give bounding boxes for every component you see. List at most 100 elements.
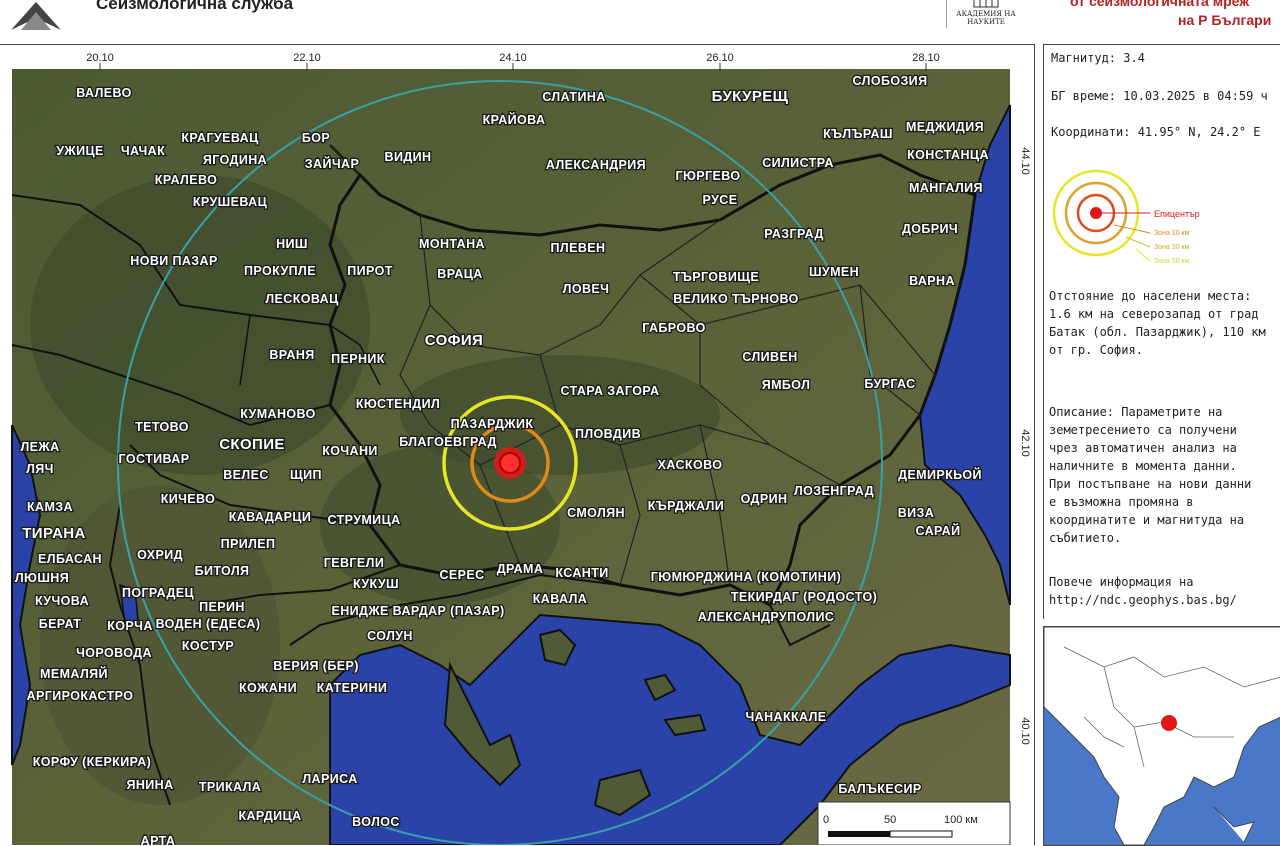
right-axis-ticks: 44.10 42.10 40.10 <box>1019 147 1031 745</box>
right-tick-label: 42.10 <box>1019 429 1031 457</box>
place-label: ВЕЛИКО ТЪРНОВО <box>673 292 799 306</box>
place-label: БУРГАС <box>864 377 915 391</box>
place-label: СОФИЯ <box>425 332 484 349</box>
place-label: СЛАТИНА <box>542 90 605 104</box>
place-label: БАЛЪКЕСИР <box>838 782 921 796</box>
place-label: ШУМЕН <box>809 265 859 279</box>
place-label: КЪЛЪРАШ <box>823 127 893 141</box>
place-label: СМОЛЯН <box>567 506 625 520</box>
description-line: чрез автоматичен анализ на <box>1049 441 1237 455</box>
place-label: КУЧОВА <box>35 594 89 608</box>
place-label: ДРАМА <box>497 562 544 576</box>
place-label: ЛЕЖА <box>20 440 59 454</box>
place-label: НОВИ ПАЗАР <box>130 254 217 268</box>
place-label: СИЛИСТРА <box>762 156 834 170</box>
place-label: УЖИЦЕ <box>56 144 104 158</box>
bg-time-text: БГ време: 10.03.2025 в 04:59 ч <box>1051 89 1268 103</box>
place-label: ЗАЙЧАР <box>305 156 359 171</box>
service-title: Сеизмологична служба <box>96 0 294 13</box>
place-label: КОЧАНИ <box>322 444 378 458</box>
top-tick-label: 28.10 <box>912 52 940 64</box>
place-label: ПЕРНИК <box>331 352 385 366</box>
place-label: ВАРНА <box>909 274 955 288</box>
place-label: ПАЗАРДЖИК <box>451 417 534 431</box>
distance-text: Отстояние до населени места: 1.6 км на с… <box>1049 287 1280 359</box>
place-label: ТЪРГОВИЩЕ <box>673 270 759 284</box>
place-label: КАМЗА <box>27 500 73 514</box>
place-label: ЧАНАККАЛЕ <box>745 710 826 724</box>
place-label: МОНТАНА <box>419 237 485 251</box>
distance-line: 1.6 км на северозапад от град <box>1049 307 1259 321</box>
place-label: ПЛОВДИВ <box>575 427 641 441</box>
place-label: ДОБРИЧ <box>902 222 958 236</box>
top-axis-ticks: 20.10 22.10 24.10 26.10 28.10 <box>86 52 940 71</box>
place-label: ЕЛБАСАН <box>38 552 102 566</box>
place-label: ВАЛЕВО <box>76 86 132 100</box>
epicenter-dot <box>499 452 521 474</box>
more-info-link[interactable]: http://ndc.geophys.bas.bg/ <box>1049 591 1280 609</box>
place-label: ГЕВГЕЛИ <box>324 556 384 570</box>
place-label: ПРОКУПЛЕ <box>244 264 316 278</box>
place-label: КОРФУ (КЕРКИРА) <box>33 755 151 769</box>
academy-logo: АКАДЕМИЯ НА НАУКИТЕ <box>946 0 1019 28</box>
place-label: КЪРДЖАЛИ <box>648 499 724 513</box>
place-label: ХАСКОВО <box>658 458 723 472</box>
place-label: ВИДИН <box>385 150 432 164</box>
place-label: АРТА <box>141 834 176 845</box>
more-info-text: Повече информация на http://ndc.geophys.… <box>1049 573 1280 609</box>
place-label: КОСТУР <box>182 639 234 653</box>
top-tick-label: 26.10 <box>706 52 734 64</box>
description-line: наличните в момента данни. <box>1049 459 1237 473</box>
place-label: КРАЙОВА <box>483 112 546 127</box>
legend-zone-50: Зона 50 км <box>1154 258 1190 265</box>
place-label: ТЕКИРДАГ (РОДОСТО) <box>731 590 877 604</box>
description-line: земетресението са получени <box>1049 423 1237 437</box>
place-label: ЛЕСКОВАЦ <box>265 292 339 306</box>
scale-label-0: 0 <box>823 814 829 826</box>
map: 20.10 22.10 24.10 26.10 28.10 44.10 42.10 40.1… <box>11 52 1031 845</box>
place-label: ЛЯЧ <box>26 462 54 476</box>
top-tick-label: 20.10 <box>86 52 114 64</box>
network-line-1: от сеизмологичната мреж <box>1070 0 1250 9</box>
place-label: ЧАЧАК <box>121 144 165 158</box>
distance-line: Батак (обл. Пазарджик), 110 км <box>1049 325 1266 339</box>
place-label: ГЮРГЕВО <box>676 169 741 183</box>
description-text: Описание: Параметрите на земетресението … <box>1049 403 1280 547</box>
place-label: МЕДЖИДИЯ <box>906 120 984 134</box>
place-label: ДЕМИРКЬОЙ <box>898 467 982 482</box>
place-label: КАРДИЦА <box>238 809 301 823</box>
place-label: ТЕТОВО <box>135 420 189 434</box>
top-tick-label: 22.10 <box>293 52 321 64</box>
place-label: КАВАЛА <box>533 592 587 606</box>
description-line: При постъпване на нови данни <box>1049 477 1252 491</box>
place-label: ГОСТИВАР <box>119 452 190 466</box>
legend-zone-30: Зона 30 км <box>1154 244 1190 251</box>
place-label: ПОГРАДЕЦ <box>122 586 195 600</box>
place-label: БЛАГОЕВГРАД <box>399 435 497 449</box>
place-label: ЯМБОЛ <box>762 378 811 392</box>
place-label: КРАЛЕВО <box>155 173 217 187</box>
place-label: КРУШЕВАЦ <box>193 195 268 209</box>
place-label: СТАРА ЗАГОРА <box>561 384 660 398</box>
place-label: МАНГАЛИЯ <box>909 181 983 195</box>
scale-label-100: 100 км <box>944 814 978 826</box>
description-line: е възможна промяна в <box>1049 495 1194 509</box>
inset-locator-map <box>1043 626 1280 846</box>
place-label: КОНСТАНЦА <box>907 148 989 162</box>
place-label: КОРЧА <box>107 619 153 633</box>
inset-map-graphic <box>1044 627 1280 845</box>
place-label: ЛОЗЕНГРАД <box>794 484 874 498</box>
place-label: ЧОРОВОДА <box>76 646 152 660</box>
place-label: СОЛУН <box>367 629 413 643</box>
place-label: ЯНИНА <box>126 778 173 792</box>
place-label: АЛЕКСАНДРИЯ <box>546 158 646 172</box>
description-line: Описание: Параметрите на <box>1049 405 1223 419</box>
place-label: ЕНИДЖЕ ВАРДАР (ПАЗАР) <box>331 604 504 618</box>
top-tick-label: 24.10 <box>499 52 527 64</box>
place-label: КУКУШ <box>353 577 399 591</box>
place-label: КСАНТИ <box>555 566 608 580</box>
place-label: СКОПИЕ <box>219 436 285 453</box>
place-label: РУСЕ <box>703 193 738 207</box>
map-frame: 20.10 22.10 24.10 26.10 28.10 44.10 42.10 40.1… <box>0 44 1035 845</box>
magnitude-text: Магнитуд: 3.4 <box>1051 51 1145 65</box>
